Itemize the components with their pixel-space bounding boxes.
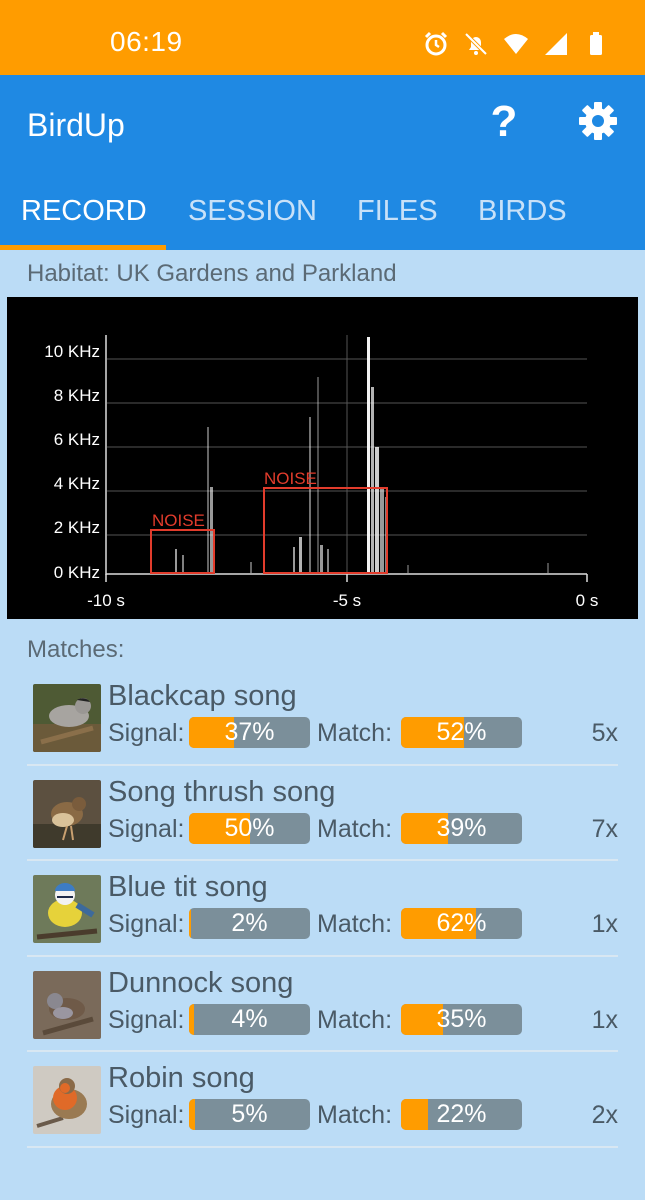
bird-name: Robin song <box>108 1062 255 1094</box>
x-tick-label: -5 s <box>333 591 361 610</box>
signal-value: 2% <box>231 909 268 937</box>
match-label: Match: <box>317 814 393 843</box>
match-row[interactable]: Dunnock song Signal: 4% Match: 35% 1x <box>27 957 618 1052</box>
tab-birds[interactable]: BIRDS <box>478 195 567 228</box>
signal-label: Signal: <box>108 814 185 843</box>
match-row[interactable]: Song thrush song Signal: 50% Match: 39% … <box>27 766 618 861</box>
signal-bar: 4% <box>189 1003 310 1035</box>
status-icons <box>423 30 609 58</box>
signal-bar: 50% <box>189 812 310 844</box>
match-label: Match: <box>317 1101 393 1129</box>
notifications-off-icon <box>463 31 489 57</box>
matches-label: Matches: <box>27 636 125 663</box>
app-bar: BirdUp ? RECORD SESSION FILES BIRDS <box>0 75 645 250</box>
signal-value: 50% <box>224 813 275 842</box>
help-button[interactable]: ? <box>484 97 524 147</box>
spectrogram: NOISE NOISE 10 KHz 8 KHz 6 KHz 4 KHz 2 K… <box>7 297 638 619</box>
match-label: Match: <box>317 719 393 747</box>
wifi-icon <box>503 31 529 57</box>
tab-bar: RECORD SESSION FILES BIRDS <box>0 185 645 250</box>
bird-name: Dunnock song <box>108 966 294 999</box>
y-tick-label: 2 KHz <box>54 518 100 537</box>
match-list: Blackcap song Signal: 37% Match: 52% 5x … <box>27 670 618 1148</box>
alarm-icon <box>423 31 449 57</box>
match-bar: 22% <box>401 1099 522 1130</box>
tab-record[interactable]: RECORD <box>21 195 147 228</box>
match-value: 52% <box>436 718 487 746</box>
signal-icon <box>543 31 569 57</box>
signal-label: Signal: <box>108 1005 185 1034</box>
bird-thumbnail <box>33 875 101 943</box>
bird-thumbnail <box>33 1066 101 1134</box>
signal-bar: 37% <box>189 717 310 748</box>
y-tick-label: 4 KHz <box>54 474 100 493</box>
tab-files[interactable]: FILES <box>357 195 438 228</box>
signal-label: Signal: <box>108 1101 185 1129</box>
settings-button[interactable] <box>576 99 620 143</box>
match-bar: 52% <box>401 717 522 748</box>
match-label: Match: <box>317 1005 393 1034</box>
y-tick-label: 10 KHz <box>44 342 100 361</box>
match-value: 39% <box>436 813 487 842</box>
signal-value: 4% <box>231 1004 268 1033</box>
signal-value: 5% <box>231 1100 268 1128</box>
match-bar: 39% <box>401 812 522 844</box>
signal-label: Signal: <box>108 719 185 747</box>
match-bar: 62% <box>401 908 522 939</box>
match-row[interactable]: Blue tit song Signal: 2% Match: 62% 1x <box>27 861 618 957</box>
bird-thumbnail <box>33 779 101 848</box>
status-time: 06:19 <box>110 26 183 57</box>
x-tick-label: 0 s <box>576 591 599 610</box>
signal-bar: 2% <box>189 908 310 939</box>
gear-icon <box>579 102 617 140</box>
detection-count: 1x <box>591 910 618 938</box>
x-tick-label: -10 s <box>87 591 125 610</box>
match-value: 22% <box>436 1100 487 1128</box>
y-tick-label: 6 KHz <box>54 430 100 449</box>
y-tick-label: 8 KHz <box>54 386 100 405</box>
detection-count: 5x <box>591 719 618 747</box>
match-bar: 35% <box>401 1003 522 1035</box>
match-value: 35% <box>436 1004 487 1033</box>
detection-count: 7x <box>591 814 618 843</box>
match-row[interactable]: Robin song Signal: 5% Match: 22% 2x <box>27 1052 618 1148</box>
status-bar: 06:19 <box>0 0 645 75</box>
detection-count: 2x <box>591 1101 618 1129</box>
tab-session[interactable]: SESSION <box>188 195 317 228</box>
bird-name: Blue tit song <box>108 871 268 903</box>
match-row[interactable]: Blackcap song Signal: 37% Match: 52% 5x <box>27 670 618 766</box>
match-value: 62% <box>436 909 487 937</box>
signal-value: 37% <box>224 718 275 746</box>
tab-indicator <box>0 245 166 250</box>
noise-label-1: NOISE <box>152 511 205 530</box>
signal-label: Signal: <box>108 910 185 938</box>
battery-icon <box>583 31 609 57</box>
bird-thumbnail <box>33 970 101 1039</box>
bird-name: Song thrush song <box>108 775 336 808</box>
detection-count: 1x <box>591 1005 618 1034</box>
spectrogram-plot: NOISE NOISE 10 KHz 8 KHz 6 KHz 4 KHz 2 K… <box>44 335 599 610</box>
signal-bar: 5% <box>189 1099 310 1130</box>
y-tick-label: 0 KHz <box>54 563 100 582</box>
app-title: BirdUp <box>27 107 125 143</box>
match-label: Match: <box>317 910 393 938</box>
bird-thumbnail <box>33 684 101 752</box>
noise-label-2: NOISE <box>264 469 317 488</box>
habitat-label: Habitat: UK Gardens and Parkland <box>27 260 397 287</box>
bird-name: Blackcap song <box>108 680 297 712</box>
